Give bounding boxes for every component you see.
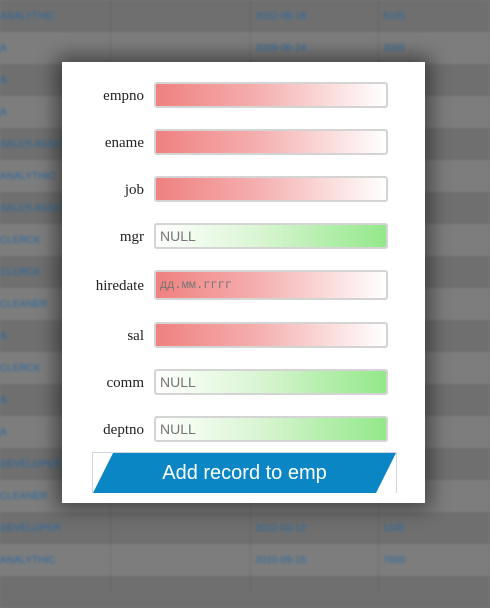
ename-label: ename xyxy=(104,135,144,151)
table-cell: DEVELOPER xyxy=(0,459,62,470)
table-cell: ANALYTHIC xyxy=(0,11,56,22)
table-row: DEVELOPER 2012-03-12 1105 xyxy=(0,512,490,544)
hiredate-label: hiredate xyxy=(95,278,144,294)
table-cell: ANALYTHIC xyxy=(0,555,56,566)
deptno-label: deptno xyxy=(103,422,144,438)
comm-label: comm xyxy=(106,375,145,391)
table-cell: CLERCK xyxy=(0,235,41,246)
job-label: job xyxy=(124,182,144,198)
table-cell: 2022-08-18 xyxy=(255,11,307,22)
table-row: ANALYTHIC 2010-09-15 7600 xyxy=(0,544,490,576)
table-row: A 2009-06-24 2005 xyxy=(0,32,490,64)
sal-field[interactable] xyxy=(154,322,388,348)
add-record-dialog: empno ename job mgr hiredate sal comm de… xyxy=(62,62,425,503)
table-row: ANALYTHIC 2022-08-18 6105 xyxy=(0,0,490,32)
table-cell: CLERCK xyxy=(0,363,41,374)
table-cell: 2009-06-24 xyxy=(255,43,307,54)
table-cell: 2012-03-12 xyxy=(255,523,307,534)
table-cell: 2005 xyxy=(383,43,406,54)
add-record-button-frame: Add record to emp xyxy=(92,452,397,493)
table-cell: SALES ASSIST xyxy=(0,203,71,214)
table-cell: A xyxy=(0,43,7,54)
add-record-button[interactable]: Add record to emp xyxy=(93,453,396,493)
table-cell: CLEANER xyxy=(0,491,48,502)
table-cell: A xyxy=(0,395,7,406)
table-cell: 6105 xyxy=(383,11,406,22)
mgr-label: mgr xyxy=(119,229,144,245)
hiredate-field[interactable] xyxy=(154,270,388,300)
empno-field[interactable] xyxy=(154,82,388,108)
job-field[interactable] xyxy=(154,176,388,202)
sal-label: sal xyxy=(127,328,144,344)
table-cell: A xyxy=(0,75,7,86)
table-cell: A xyxy=(0,107,7,118)
table-cell: A xyxy=(0,427,7,438)
table-cell: 1105 xyxy=(383,523,405,534)
comm-field[interactable] xyxy=(154,369,388,395)
table-row xyxy=(0,576,490,608)
table-cell: 2010-09-15 xyxy=(255,555,307,566)
table-cell: CLEANER xyxy=(0,299,48,310)
table-cell: DEVELOPER xyxy=(0,523,62,534)
ename-field[interactable] xyxy=(154,129,388,155)
table-cell: ANALYTHIC xyxy=(0,171,56,182)
table-cell: A xyxy=(0,331,7,342)
mgr-field[interactable] xyxy=(154,223,388,249)
table-cell: SALES ASSIST xyxy=(0,139,71,150)
table-cell: 7600 xyxy=(383,555,406,566)
empno-label: empno xyxy=(103,88,144,104)
deptno-field[interactable] xyxy=(154,416,388,442)
table-cell: CLERCK xyxy=(0,267,41,278)
